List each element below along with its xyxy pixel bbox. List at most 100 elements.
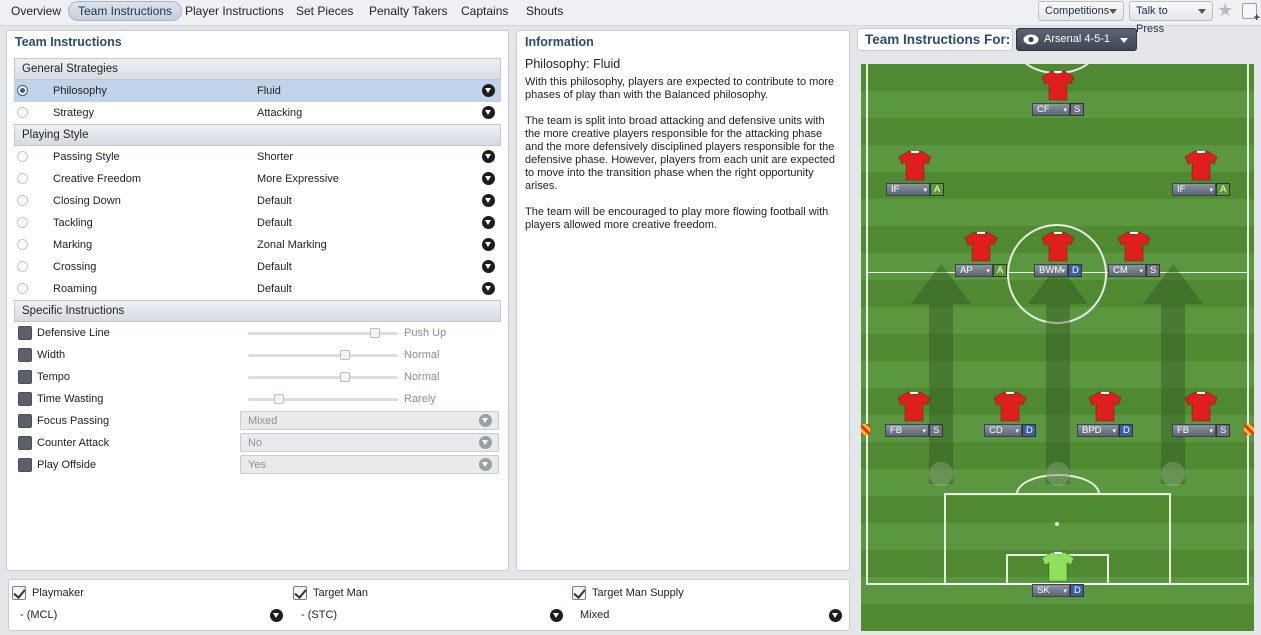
radio-icon[interactable] <box>17 173 28 184</box>
dropdown-arrow-icon[interactable] <box>829 609 842 622</box>
checkbox[interactable] <box>18 326 32 340</box>
tab-set-pieces[interactable]: Set Pieces <box>287 1 362 21</box>
target-man-value[interactable]: - (STC) <box>301 609 337 621</box>
row-philosophy[interactable]: Philosophy Fluid <box>14 80 501 102</box>
shirt-icon[interactable] <box>1088 391 1122 422</box>
checkbox[interactable] <box>18 348 32 362</box>
shirt-icon[interactable] <box>897 391 931 422</box>
radio-icon[interactable] <box>17 239 28 250</box>
add-note-icon[interactable] <box>1242 3 1260 24</box>
slider-track[interactable] <box>248 350 398 360</box>
player-duty-badge[interactable]: D <box>1119 424 1133 437</box>
player-duty-badge[interactable]: A <box>930 183 944 196</box>
tab-team-instructions[interactable]: Team Instructions <box>68 1 183 21</box>
tab-shouts[interactable]: Shouts <box>517 1 572 21</box>
player-role-label[interactable]: IF ▾ <box>1172 183 1216 196</box>
slider-handle[interactable] <box>340 372 350 382</box>
target-man-supply-value[interactable]: Mixed <box>580 609 609 621</box>
player-role-label[interactable]: SK ▾ <box>1032 584 1070 597</box>
player-duty-badge[interactable]: S <box>1070 103 1084 116</box>
row-focus-passing[interactable]: Focus Passing Mixed <box>14 410 501 432</box>
slider-track[interactable] <box>248 372 398 382</box>
row-strategy[interactable]: Strategy Attacking <box>14 102 501 124</box>
player-duty-badge[interactable]: A <box>993 264 1007 277</box>
dropdown-arrow-icon[interactable] <box>270 609 283 622</box>
checkbox-checked[interactable] <box>293 586 307 600</box>
shirt-icon[interactable] <box>1041 551 1075 582</box>
dropdown-arrow-icon[interactable] <box>482 194 495 207</box>
player-role-label[interactable]: CM ▾ <box>1108 264 1146 277</box>
row-crossing[interactable]: Crossing Default <box>14 256 501 278</box>
player-duty-badge[interactable]: A <box>1216 183 1230 196</box>
player-role-label[interactable]: FB ▾ <box>1172 424 1216 437</box>
slider-handle[interactable] <box>370 328 380 338</box>
row-defensive-line[interactable]: Defensive Line Push Up <box>14 322 501 344</box>
player-role-label[interactable]: CD ▾ <box>984 424 1022 437</box>
checkbox-checked[interactable] <box>572 586 586 600</box>
player-duty-badge[interactable]: D <box>1070 584 1084 597</box>
checkbox[interactable] <box>18 436 32 450</box>
dropdown-arrow-icon[interactable] <box>482 282 495 295</box>
tab-overview[interactable]: Overview <box>2 1 70 21</box>
row-time-wasting[interactable]: Time Wasting Rarely <box>14 388 501 410</box>
checkbox[interactable] <box>18 458 32 472</box>
row-play-offside[interactable]: Play Offside Yes <box>14 454 501 476</box>
radio-icon[interactable] <box>17 261 28 272</box>
shirt-icon[interactable] <box>1041 70 1075 101</box>
shirt-icon[interactable] <box>1184 150 1218 181</box>
shirt-icon[interactable] <box>964 231 998 262</box>
player-role-label[interactable]: CF ▾ <box>1032 103 1070 116</box>
tab-captains[interactable]: Captains <box>452 1 517 21</box>
dropdown-arrow-icon[interactable] <box>482 84 495 97</box>
player-role-label[interactable]: FB ▾ <box>885 424 929 437</box>
talk-to-press-button[interactable]: Talk to Press <box>1129 1 1213 35</box>
row-closing-down[interactable]: Closing Down Default <box>14 190 501 212</box>
shirt-icon[interactable] <box>1117 231 1151 262</box>
dropdown-arrow-icon[interactable] <box>482 260 495 273</box>
player-duty-badge[interactable]: S <box>1146 264 1160 277</box>
shirt-icon[interactable] <box>898 150 932 181</box>
row-marking[interactable]: Marking Zonal Marking <box>14 234 501 256</box>
dropdown-arrow-icon[interactable] <box>482 150 495 163</box>
tactic-selector[interactable]: Arsenal 4-5-1 <box>1016 28 1137 51</box>
star-icon[interactable]: ★ <box>1217 0 1233 21</box>
slider-handle[interactable] <box>274 394 284 404</box>
row-passing-style[interactable]: Passing Style Shorter <box>14 146 501 168</box>
radio-icon[interactable] <box>17 151 28 162</box>
row-tempo[interactable]: Tempo Normal <box>14 366 501 388</box>
slider-track[interactable] <box>248 394 398 404</box>
checkbox-checked[interactable] <box>12 586 26 600</box>
radio-icon[interactable] <box>17 85 28 96</box>
row-roaming[interactable]: Roaming Default <box>14 278 501 300</box>
player-role-label[interactable]: BPD ▾ <box>1077 424 1119 437</box>
dropdown-arrow-icon[interactable] <box>482 216 495 229</box>
row-creative-freedom[interactable]: Creative Freedom More Expressive <box>14 168 501 190</box>
dropdown-arrow-icon[interactable] <box>550 609 563 622</box>
checkbox[interactable] <box>18 414 32 428</box>
radio-icon[interactable] <box>17 107 28 118</box>
tab-player-instructions[interactable]: Player Instructions <box>176 1 293 21</box>
radio-icon[interactable] <box>17 217 28 228</box>
dropdown-arrow-icon[interactable] <box>482 172 495 185</box>
player-duty-badge[interactable]: S <box>929 424 943 437</box>
player-role-label[interactable]: IF ▾ <box>886 183 930 196</box>
radio-icon[interactable] <box>17 195 28 206</box>
slider-handle[interactable] <box>340 350 350 360</box>
focus-passing-dropdown[interactable]: Mixed <box>240 411 499 430</box>
player-role-label[interactable]: BWM ▾ <box>1034 264 1068 277</box>
player-duty-badge[interactable]: D <box>1068 264 1082 277</box>
checkbox[interactable] <box>18 370 32 384</box>
row-tackling[interactable]: Tackling Default <box>14 212 501 234</box>
shirt-icon[interactable] <box>1041 231 1075 262</box>
counter-attack-dropdown[interactable]: No <box>240 433 499 452</box>
shirt-icon[interactable] <box>1184 391 1218 422</box>
row-counter-attack[interactable]: Counter Attack No <box>14 432 501 454</box>
shirt-icon[interactable] <box>993 391 1027 422</box>
player-duty-badge[interactable]: D <box>1022 424 1036 437</box>
playmaker-value[interactable]: - (MCL) <box>20 609 57 621</box>
dropdown-arrow-icon[interactable] <box>482 106 495 119</box>
radio-icon[interactable] <box>17 283 28 294</box>
play-offside-dropdown[interactable]: Yes <box>240 455 499 474</box>
tab-penalty-takers[interactable]: Penalty Takers <box>360 1 457 21</box>
row-width[interactable]: Width Normal <box>14 344 501 366</box>
